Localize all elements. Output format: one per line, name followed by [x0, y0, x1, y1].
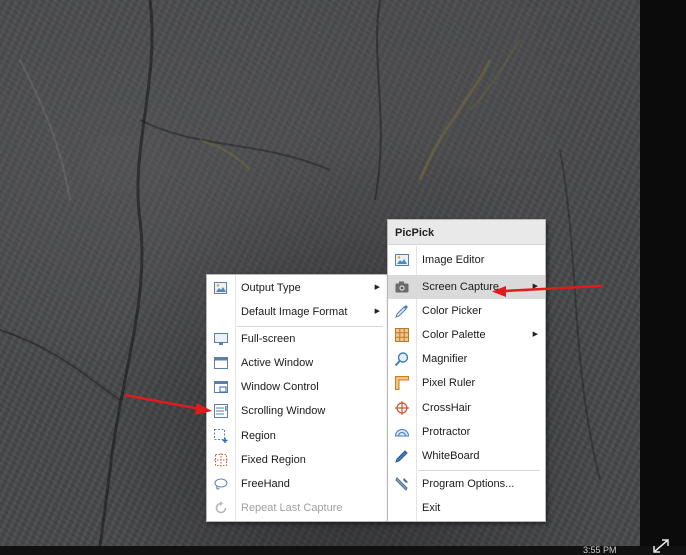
submenu-arrow-icon: ▶: [374, 308, 380, 315]
menu-item-output-type[interactable]: Output Type ▶: [207, 276, 387, 300]
menu-item-exit[interactable]: Exit: [388, 496, 545, 520]
submenu-arrow-icon: ▶: [532, 331, 538, 338]
menu-item-color-palette[interactable]: Color Palette ▶: [388, 323, 545, 347]
protractor-icon: [394, 429, 410, 437]
menu-title: PicPick: [388, 220, 545, 245]
menu-item-magnifier[interactable]: Magnifier: [388, 347, 545, 371]
menu-item-crosshair[interactable]: CrossHair: [388, 396, 545, 420]
expand-icon[interactable]: [652, 538, 670, 554]
menu-item-window-control[interactable]: Window Control: [207, 375, 387, 399]
menu-item-program-options[interactable]: Program Options...: [388, 472, 545, 496]
taskbar-clock: 3:55 PM: [583, 545, 617, 555]
screen-capture-submenu: Output Type ▶ Default Image Format ▶ Ful…: [206, 274, 388, 522]
menu-item-region[interactable]: Region: [207, 424, 387, 448]
scrolling-window-icon: [214, 404, 228, 418]
magnifier-icon: [394, 352, 409, 367]
menu-item-color-picker[interactable]: Color Picker: [388, 299, 545, 323]
right-screen-edge: [640, 0, 686, 555]
menu-item-full-screen[interactable]: Full-screen: [207, 327, 387, 351]
annotation-arrow-right: [492, 284, 603, 297]
monitor-icon: [214, 333, 228, 345]
menu-item-image-editor[interactable]: Image Editor: [388, 248, 545, 272]
image-editor-icon: [395, 254, 409, 266]
picpick-tray-menu: PicPick Image Editor Screen Capture ▶ Co…: [387, 219, 546, 522]
window-control-icon: [214, 381, 228, 393]
repeat-icon: [215, 501, 227, 514]
menu-item-whiteboard[interactable]: WhiteBoard: [388, 444, 545, 468]
output-image-icon: [214, 282, 227, 294]
submenu-arrow-icon: ▶: [374, 284, 380, 291]
crosshair-icon: [395, 401, 409, 415]
menu-separator: [418, 470, 540, 471]
menu-item-repeat-last-capture[interactable]: Repeat Last Capture: [207, 496, 387, 520]
menu-item-default-image-format[interactable]: Default Image Format ▶: [207, 300, 387, 324]
annotation-arrow-left: [124, 393, 212, 415]
eyedropper-icon: [395, 305, 408, 318]
menu-item-freehand[interactable]: FreeHand: [207, 472, 387, 496]
region-icon: [214, 429, 228, 443]
pen-icon: [395, 450, 408, 463]
lasso-icon: [214, 478, 228, 490]
ruler-icon: [395, 376, 409, 390]
window-icon: [214, 357, 228, 369]
menu-item-scrolling-window[interactable]: Scrolling Window: [207, 399, 387, 423]
menu-item-protractor[interactable]: Protractor: [388, 420, 545, 444]
camera-icon: [395, 281, 409, 293]
menu-item-active-window[interactable]: Active Window: [207, 351, 387, 375]
menu-item-pixel-ruler[interactable]: Pixel Ruler: [388, 371, 545, 395]
menu-item-fixed-region[interactable]: Fixed Region: [207, 448, 387, 472]
fixed-region-icon: [214, 453, 228, 467]
palette-grid-icon: [395, 328, 409, 342]
wrench-icon: [395, 477, 408, 491]
